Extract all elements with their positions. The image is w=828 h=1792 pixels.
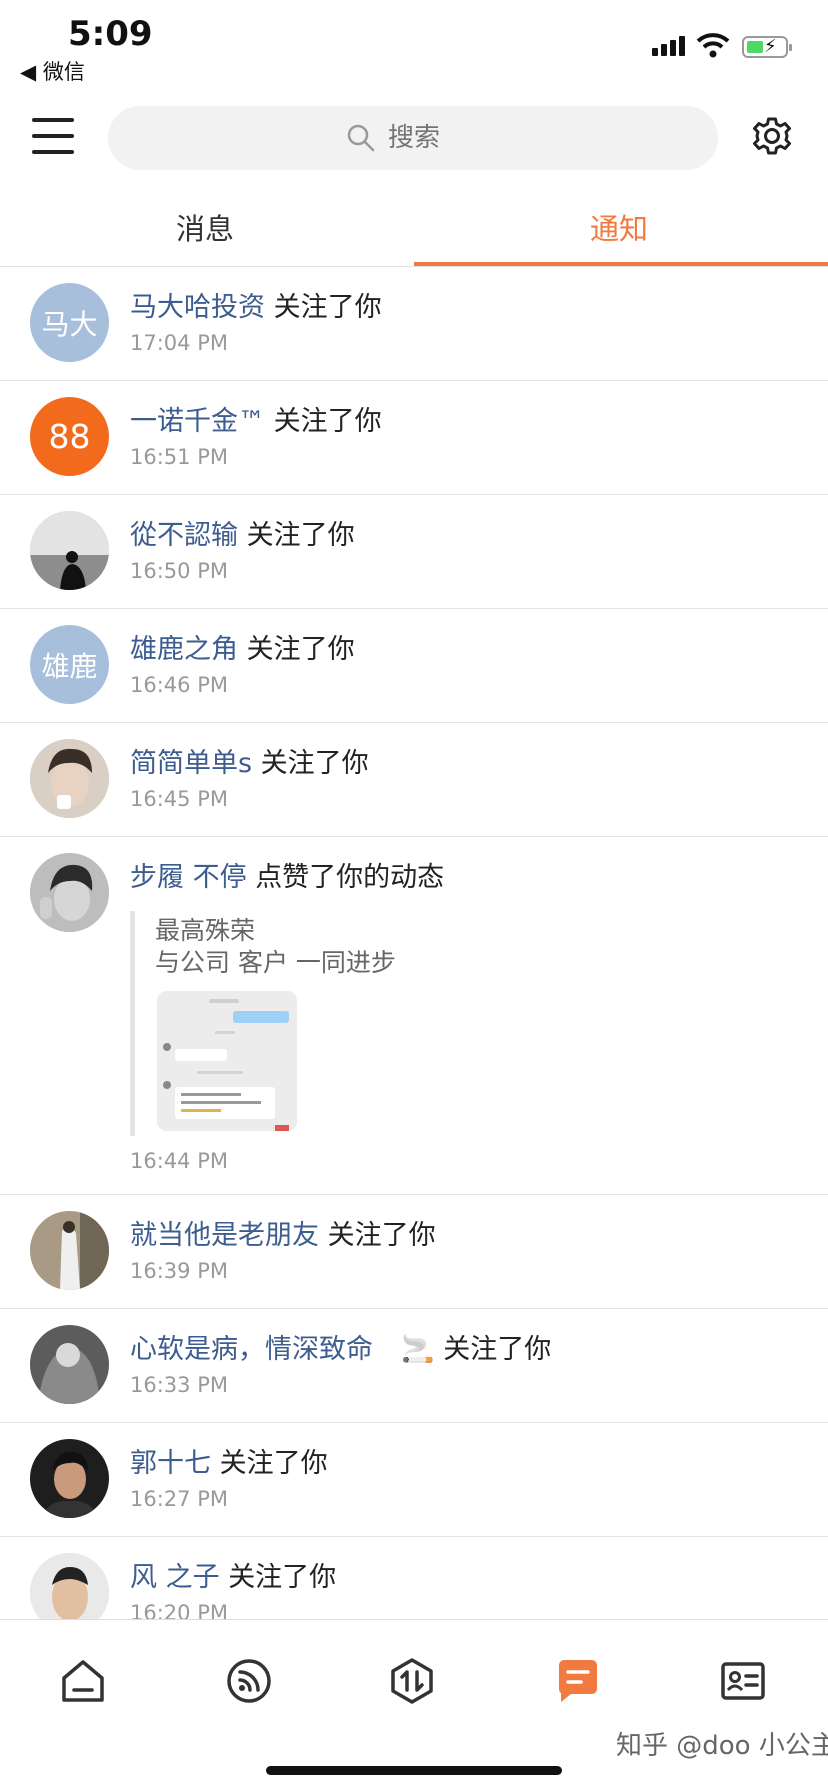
messages-icon	[559, 1660, 597, 1702]
profile-card-icon	[721, 1662, 765, 1700]
avatar[interactable]	[30, 1439, 109, 1518]
post-text-line: 最高殊荣	[155, 916, 256, 945]
username-link[interactable]: 简简单单s	[130, 748, 252, 779]
username-link[interactable]: 就当他是老朋友	[130, 1220, 319, 1251]
action-text: 关注了你	[273, 406, 382, 437]
action-text: 关注了你	[246, 634, 355, 665]
notification-row[interactable]: 心软是病，情深致命 🚬 关注了你 16:33 PM	[0, 1309, 828, 1423]
avatar[interactable]	[30, 1211, 109, 1290]
timestamp: 16:33 PM	[130, 1373, 228, 1397]
transfer-icon	[391, 1658, 433, 1704]
avatar[interactable]	[30, 739, 109, 818]
search-icon	[347, 124, 375, 152]
action-text: 点赞了你的动态	[255, 862, 445, 893]
action-text: 关注了你	[273, 292, 382, 323]
nav-feed-button[interactable]	[224, 1656, 274, 1710]
menu-button[interactable]	[32, 118, 74, 156]
timestamp: 16:44 PM	[130, 1149, 228, 1173]
notification-row[interactable]: 风 之子 关注了你 16:20 PM	[0, 1537, 828, 1619]
action-text: 关注了你	[443, 1334, 552, 1365]
gear-icon	[753, 117, 791, 155]
username-link[interactable]: 郭十七	[130, 1448, 211, 1479]
action-text: 关注了你	[228, 1562, 337, 1593]
timestamp: 16:20 PM	[130, 1601, 228, 1619]
tab-bar-top: 消息 通知	[0, 192, 828, 268]
notification-list[interactable]: 马大 马大哈投资 关注了你 17:04 PM 88 一诺千金™ 关注了你 16:…	[0, 267, 828, 1619]
cellular-signal-icon	[652, 36, 685, 56]
notification-row[interactable]: 简简单单s 关注了你 16:45 PM	[0, 723, 828, 837]
status-bar: 5:09 ◀ 微信 ⚡	[0, 0, 828, 92]
action-text: 关注了你	[327, 1220, 436, 1251]
avatar[interactable]: 马大	[30, 283, 109, 362]
username-link[interactable]: 步履 不停	[130, 862, 247, 893]
username-link[interactable]: 一诺千金™	[130, 406, 265, 437]
home-icon	[62, 1660, 104, 1702]
avatar[interactable]: 88	[30, 397, 109, 476]
timestamp: 16:51 PM	[130, 445, 228, 469]
username-link[interactable]: 從不認输	[130, 520, 238, 551]
timestamp: 16:50 PM	[130, 559, 228, 583]
notification-row[interactable]: 88 一诺千金™ 关注了你 16:51 PM	[0, 381, 828, 495]
battery-icon: ⚡	[742, 36, 792, 58]
timestamp: 16:45 PM	[130, 787, 228, 811]
notification-row[interactable]: 郭十七 关注了你 16:27 PM	[0, 1423, 828, 1537]
settings-button[interactable]	[750, 114, 794, 162]
post-image-thumbnail[interactable]	[157, 991, 297, 1131]
search-bar[interactable]	[108, 106, 718, 170]
notification-row[interactable]: 就当他是老朋友 关注了你 16:39 PM	[0, 1195, 828, 1309]
watermark: 知乎 @doo 小公主	[616, 1731, 828, 1761]
username-link[interactable]: 风 之子	[130, 1562, 220, 1593]
post-text-line: 与公司 客户 一同进步	[155, 948, 396, 977]
timestamp: 17:04 PM	[130, 331, 228, 355]
wifi-icon	[696, 32, 730, 62]
notification-row[interactable]: 马大 马大哈投资 关注了你 17:04 PM	[0, 267, 828, 381]
timestamp: 16:39 PM	[130, 1259, 228, 1283]
username-link[interactable]: 雄鹿之角	[130, 634, 238, 665]
avatar[interactable]	[30, 853, 109, 932]
action-text: 关注了你	[219, 1448, 328, 1479]
timestamp: 16:46 PM	[130, 673, 228, 697]
feed-icon	[227, 1659, 271, 1703]
avatar[interactable]	[30, 511, 109, 590]
avatar[interactable]: 雄鹿	[30, 625, 109, 704]
avatar[interactable]	[30, 1325, 109, 1404]
back-to-app-link[interactable]: ◀ 微信	[20, 56, 85, 86]
liked-post-preview[interactable]: 最高殊荣 与公司 客户 一同进步	[130, 911, 396, 1136]
tab-notifications[interactable]: 通知	[590, 206, 648, 248]
status-time: 5:09	[68, 14, 153, 54]
notification-row[interactable]: 從不認输 关注了你 16:50 PM	[0, 495, 828, 609]
timestamp: 16:27 PM	[130, 1487, 228, 1511]
nav-home-button[interactable]	[58, 1656, 108, 1710]
cigarette-emoji: 🚬	[401, 1334, 435, 1365]
username-link[interactable]: 心软是病，情深致命	[130, 1334, 373, 1365]
avatar[interactable]	[30, 1553, 109, 1619]
tab-messages[interactable]: 消息	[176, 206, 234, 248]
action-text: 关注了你	[260, 748, 369, 779]
notification-row[interactable]: 步履 不停 点赞了你的动态 最高殊荣 与公司 客户 一同进步 16:44 PM	[0, 837, 828, 1195]
action-text: 关注了你	[246, 520, 355, 551]
username-link[interactable]: 马大哈投资	[130, 292, 265, 323]
top-bar	[0, 100, 828, 180]
nav-profile-button[interactable]	[718, 1656, 768, 1710]
nav-messages-button[interactable]	[553, 1656, 603, 1710]
home-indicator[interactable]	[266, 1766, 562, 1775]
nav-transfer-button[interactable]	[387, 1656, 437, 1710]
search-input[interactable]	[386, 122, 480, 154]
notification-row[interactable]: 雄鹿 雄鹿之角 关注了你 16:46 PM	[0, 609, 828, 723]
